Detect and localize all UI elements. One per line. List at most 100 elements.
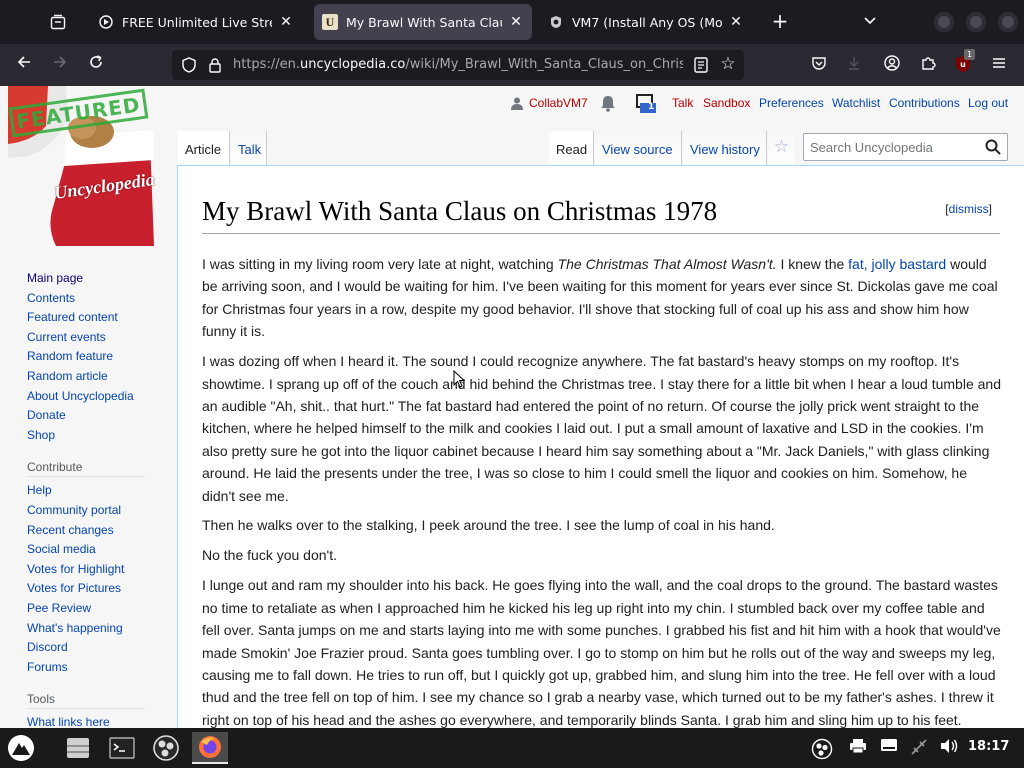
tab-read-label[interactable]: Read xyxy=(556,142,587,157)
url-text[interactable]: https://en.uncyclopedia.co/wiki/My_Brawl… xyxy=(233,57,683,72)
start-menu-icon[interactable] xyxy=(2,732,40,764)
sidebar-item-random-feature[interactable]: Random feature xyxy=(27,347,167,367)
obs-tray-icon[interactable] xyxy=(810,738,834,760)
dismiss-link[interactable]: dismiss xyxy=(949,202,989,216)
sidebar-item-what-links-here[interactable]: What links here xyxy=(27,713,167,728)
firefox-taskbar-icon[interactable] xyxy=(192,732,228,764)
menu-hamburger-icon[interactable] xyxy=(988,54,1010,76)
sidebar-item-discord[interactable]: Discord xyxy=(27,638,167,658)
watch-star-icon[interactable]: ☆ xyxy=(768,131,794,165)
paragraph: No the fuck you don't. xyxy=(202,547,337,564)
lock-icon[interactable] xyxy=(206,56,224,74)
forward-arrow-icon[interactable] xyxy=(47,52,73,78)
tools-portal: What links here xyxy=(27,713,167,728)
paragraph: Then he walks over to the stalking, I pe… xyxy=(202,517,775,534)
sidebar-item-about[interactable]: About Uncyclopedia xyxy=(27,387,167,407)
file-manager-icon[interactable] xyxy=(60,732,96,764)
tab-free-streaming[interactable]: FREE Unlimited Live Streaming ✕ xyxy=(90,4,302,40)
search-input[interactable] xyxy=(810,138,978,156)
clock[interactable]: 18:17 xyxy=(968,739,1009,754)
back-arrow-icon[interactable] xyxy=(11,52,37,78)
close-window-button[interactable] xyxy=(998,12,1018,32)
search-box[interactable] xyxy=(803,133,1008,161)
pocket-icon[interactable] xyxy=(808,54,830,76)
tab-article-label[interactable]: Article xyxy=(185,142,221,157)
sidebar-item-featured-content[interactable]: Featured content xyxy=(27,308,167,328)
account-icon[interactable] xyxy=(881,54,903,76)
keyboard-icon[interactable] xyxy=(878,738,900,758)
page-title: My Brawl With Santa Claus on Christmas 1… xyxy=(202,196,1000,234)
bookmark-star-icon[interactable]: ☆ xyxy=(718,54,738,74)
terminal-icon[interactable] xyxy=(104,732,140,764)
notices-tray-icon[interactable]: 1 xyxy=(635,92,657,117)
tab-title: FREE Unlimited Live Streaming xyxy=(122,14,272,30)
sidebar-item-forums[interactable]: Forums xyxy=(27,658,167,678)
sidebar-item-pee-review[interactable]: Pee Review xyxy=(27,599,167,619)
sidebar-item-social-media[interactable]: Social media xyxy=(27,540,167,560)
maximize-window-button[interactable] xyxy=(966,12,986,32)
site-logo[interactable]: FEATURED Uncyclopedia xyxy=(8,86,156,246)
tab-read[interactable]: Read xyxy=(549,131,594,165)
printer-icon[interactable] xyxy=(847,738,869,758)
tab-vm7[interactable]: VM7 (Install Any OS (Modern ✕ xyxy=(540,4,752,40)
tab-view-history[interactable]: View history xyxy=(683,131,767,165)
sidebar-item-donate[interactable]: Donate xyxy=(27,406,167,426)
sidebar-item-whats-happening[interactable]: What's happening xyxy=(27,619,167,639)
ublock-origin-icon[interactable]: u 1 xyxy=(952,49,976,76)
tab-view-source-label[interactable]: View source xyxy=(602,142,673,157)
url-bar[interactable]: https://en.uncyclopedia.co/wiki/My_Brawl… xyxy=(172,50,744,80)
dismiss-notice: [dismiss] xyxy=(945,202,992,216)
sidebar-item-contents[interactable]: Contents xyxy=(27,289,167,309)
contributions-link[interactable]: Contributions xyxy=(889,96,960,110)
sidebar-item-votes-for-pictures[interactable]: Votes for Pictures xyxy=(27,579,167,599)
fat-jolly-bastard-link[interactable]: fat, jolly bastard xyxy=(848,256,946,272)
sidebar-item-community-portal[interactable]: Community portal xyxy=(27,501,167,521)
web-page: FEATURED Uncyclopedia CollabVM7 1 Talk S… xyxy=(0,86,1024,728)
notifications-bell-icon[interactable] xyxy=(599,94,617,115)
new-tab-button[interactable]: + xyxy=(768,10,792,34)
vm7-favicon-icon xyxy=(548,14,564,30)
volume-icon[interactable] xyxy=(938,738,960,758)
paragraph: I was dozing off when I heard it. The so… xyxy=(202,353,1001,504)
sidebar-item-current-events[interactable]: Current events xyxy=(27,328,167,348)
paragraph: I was sitting in my living room very lat… xyxy=(202,256,998,340)
downloads-icon[interactable] xyxy=(843,54,865,76)
sidebar-item-main-page[interactable]: Main page xyxy=(27,269,167,289)
tab-talk[interactable]: Talk xyxy=(231,131,267,165)
browser-nav-bar: https://en.uncyclopedia.co/wiki/My_Brawl… xyxy=(0,44,1024,86)
user-page-link[interactable]: CollabVM7 xyxy=(529,96,588,110)
sandbox-link[interactable]: Sandbox xyxy=(703,96,750,110)
tab-santa-brawl[interactable]: U My Brawl With Santa Claus on ✕ xyxy=(314,4,532,40)
tab-overview-icon[interactable] xyxy=(44,10,72,34)
watchlist-link[interactable]: Watchlist xyxy=(832,96,880,110)
sidebar-item-recent-changes[interactable]: Recent changes xyxy=(27,521,167,541)
search-icon[interactable] xyxy=(985,139,1001,155)
minimize-window-button[interactable] xyxy=(934,12,954,32)
sidebar-item-votes-for-highlight[interactable]: Votes for Highlight xyxy=(27,560,167,580)
tab-title: My Brawl With Santa Claus on xyxy=(346,14,502,30)
user-icon xyxy=(511,97,523,113)
logout-link[interactable]: Log out xyxy=(968,96,1008,110)
sidebar-item-help[interactable]: Help xyxy=(27,481,167,501)
user-talk-link[interactable]: Talk xyxy=(672,96,693,110)
tab-view-history-label[interactable]: View history xyxy=(690,142,760,157)
tab-view-source[interactable]: View source xyxy=(595,131,682,165)
sidebar-item-shop[interactable]: Shop xyxy=(27,426,167,446)
sidebar-item-random-article[interactable]: Random article xyxy=(27,367,167,387)
network-disconnected-icon[interactable] xyxy=(908,738,930,758)
extensions-puzzle-icon[interactable] xyxy=(917,54,939,76)
personal-tools: CollabVM7 1 Talk Sandbox Preferences Wat… xyxy=(510,94,1020,114)
tracking-protection-shield-icon[interactable] xyxy=(180,56,198,74)
reload-icon[interactable] xyxy=(83,52,109,78)
obs-studio-icon[interactable] xyxy=(148,732,184,764)
list-all-tabs-chevron-icon[interactable] xyxy=(858,10,882,34)
close-tab-icon[interactable]: ✕ xyxy=(508,14,524,30)
close-tab-icon[interactable]: ✕ xyxy=(728,14,744,30)
reader-view-icon[interactable] xyxy=(692,56,710,74)
uncyclopedia-favicon-icon: U xyxy=(322,14,338,30)
tab-article[interactable]: Article xyxy=(178,131,230,165)
close-tab-icon[interactable]: ✕ xyxy=(278,14,294,30)
navigation-portal: Main page Contents Featured content Curr… xyxy=(27,269,167,445)
preferences-link[interactable]: Preferences xyxy=(759,96,824,110)
tab-talk-label[interactable]: Talk xyxy=(238,142,261,157)
